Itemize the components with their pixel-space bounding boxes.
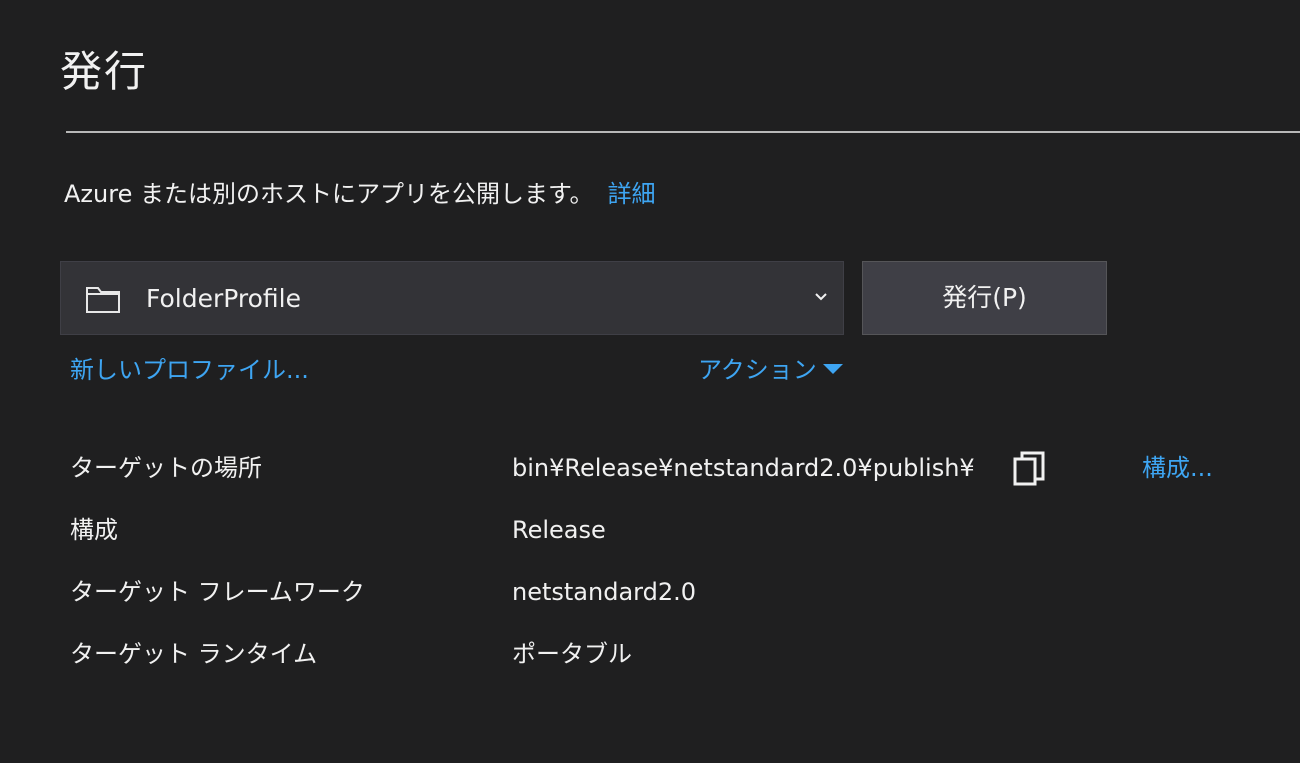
profile-name: FolderProfile bbox=[146, 284, 301, 313]
chevron-down-icon[interactable] bbox=[813, 290, 829, 304]
property-value-configuration: Release bbox=[512, 516, 606, 544]
caret-down-icon bbox=[822, 364, 843, 374]
property-value-target-runtime: ポータブル bbox=[512, 640, 632, 668]
actions-menu-link[interactable]: アクション bbox=[698, 352, 843, 388]
copy-icon[interactable] bbox=[1011, 450, 1047, 486]
configure-link[interactable]: 構成... bbox=[1142, 450, 1213, 486]
property-value-target-location: bin¥Release¥netstandard2.0¥publish¥ bbox=[512, 454, 975, 482]
details-link[interactable]: 詳細 bbox=[608, 180, 656, 208]
actions-label: アクション bbox=[698, 356, 817, 384]
property-label-configuration: 構成 bbox=[70, 516, 118, 544]
property-label-target-framework: ターゲット フレームワーク bbox=[70, 578, 365, 606]
profile-dropdown[interactable]: FolderProfile bbox=[60, 261, 844, 335]
description-text: Azure または別のホストにアプリを公開します。 bbox=[64, 180, 594, 208]
publish-page: 発行 Azure または別のホストにアプリを公開します。 詳細 FolderPro… bbox=[0, 0, 1300, 763]
title-divider bbox=[66, 131, 1300, 133]
publish-button[interactable]: 発行(P) bbox=[862, 261, 1107, 335]
property-value-target-framework: netstandard2.0 bbox=[512, 578, 697, 606]
publish-description: Azure または別のホストにアプリを公開します。 詳細 bbox=[64, 176, 656, 212]
page-title: 発行 bbox=[60, 47, 149, 96]
property-label-target-runtime: ターゲット ランタイム bbox=[70, 640, 318, 668]
property-label-target-location: ターゲットの場所 bbox=[70, 454, 262, 482]
folder-icon bbox=[86, 287, 120, 313]
new-profile-link[interactable]: 新しいプロファイル... bbox=[70, 352, 309, 388]
